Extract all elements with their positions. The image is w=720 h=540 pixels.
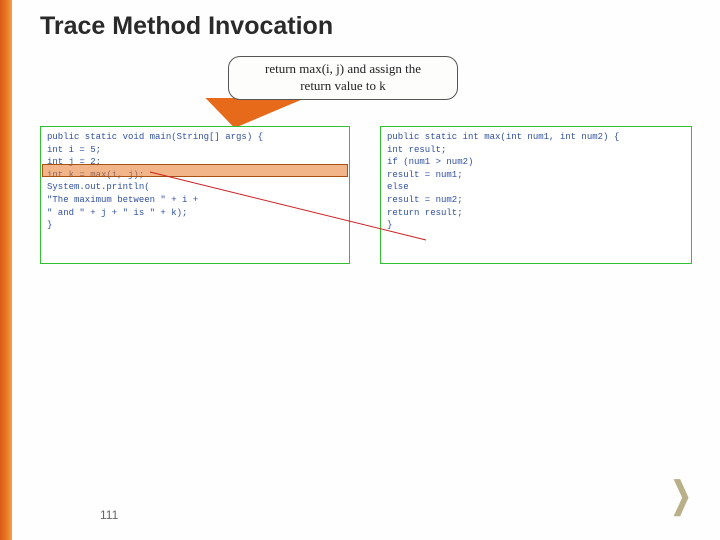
- accent-bar: [0, 0, 12, 540]
- callout-tail-fill: [240, 97, 290, 117]
- code-line: public static void main(String[] args) {: [47, 131, 343, 144]
- slide-title: Trace Method Invocation: [40, 12, 333, 41]
- code-line: }: [47, 219, 343, 232]
- code-line: int i = 5;: [47, 144, 343, 157]
- code-line: }: [387, 219, 685, 232]
- code-line: "The maximum between " + i +: [47, 194, 343, 207]
- chevron-icon: ❯: [670, 474, 691, 516]
- callout-line1: return max(i, j) and assign the: [229, 61, 457, 78]
- code-line: System.out.println(: [47, 181, 343, 194]
- code-line: result = num2;: [387, 194, 685, 207]
- code-line: " and " + j + " is " + k);: [47, 207, 343, 220]
- callout-box: return max(i, j) and assign the return v…: [228, 56, 458, 100]
- code-line: return result;: [387, 207, 685, 220]
- code-line: if (num1 > num2): [387, 156, 685, 169]
- code-line: public static int max(int num1, int num2…: [387, 131, 685, 144]
- code-box-main: public static void main(String[] args) {…: [40, 126, 350, 264]
- slide: Trace Method Invocation return max(i, j)…: [0, 0, 720, 540]
- code-line: else: [387, 181, 685, 194]
- code-box-max: public static int max(int num1, int num2…: [380, 126, 692, 264]
- code-line: result = num1;: [387, 169, 685, 182]
- code-line: int result;: [387, 144, 685, 157]
- page-number: 111: [100, 508, 118, 522]
- code-highlight: [42, 164, 348, 177]
- callout-line2: return value to k: [229, 78, 457, 95]
